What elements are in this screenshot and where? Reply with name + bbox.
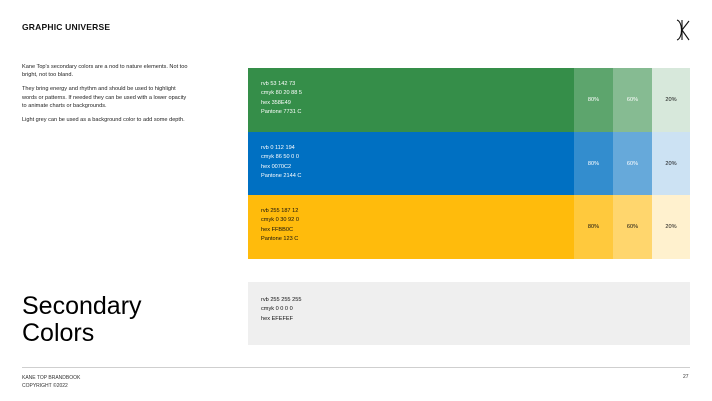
- swatch-row-blue: rvb 0 112 194 cmyk 86 50 0 0 hex 0070C2 …: [248, 132, 690, 195]
- intro-text: Kane Top's secondary colors are a nod to…: [22, 63, 192, 130]
- swatch-row-green: rvb 53 142 73 cmyk 80 20 88 5 hex 358E49…: [248, 68, 690, 132]
- tint-20: 20%: [652, 68, 690, 132]
- tint-60: 60%: [613, 195, 652, 259]
- page-title-line-2: Colors: [22, 319, 95, 347]
- swatch-rvb: rvb 255 255 255: [261, 297, 302, 303]
- swatch-hex: hex 0070C2: [261, 163, 292, 170]
- intro-paragraph-2: They bring energy and rhythm and should …: [22, 86, 187, 109]
- swatch-cmyk: cmyk 0 30 92 0: [261, 217, 299, 224]
- swatch-green-main: rvb 53 142 73 cmyk 80 20 88 5 hex 358E49…: [248, 68, 574, 132]
- footer-divider: [22, 367, 690, 368]
- kane-top-k-monogram-icon: [672, 18, 692, 42]
- swatch-row-grey: rvb 255 255 255 cmyk 0 0 0 0 hex EFEFEF: [248, 282, 690, 345]
- swatch-hex: hex FFBB0C: [261, 226, 294, 233]
- swatch-grey-main: rvb 255 255 255 cmyk 0 0 0 0 hex EFEFEF: [248, 282, 690, 345]
- swatch-rvb: rvb 255 187 12: [261, 208, 299, 214]
- intro-paragraph-1: Kane Top's secondary colors are a nod to…: [22, 64, 188, 79]
- footer: KANE TOP BRANDBOOK COPYRIGHT ©2022: [22, 374, 80, 390]
- tint-80: 80%: [574, 195, 613, 259]
- page-number: 27: [683, 374, 689, 380]
- page-title-line-1: Secondary: [22, 292, 142, 320]
- tint-60: 60%: [613, 68, 652, 132]
- swatch-hex: hex 358E49: [261, 99, 291, 106]
- tint-20: 20%: [652, 195, 690, 259]
- tint-60: 60%: [613, 132, 652, 195]
- swatch-pantone: Pantone 2144 C: [261, 172, 302, 179]
- swatch-yellow-main: rvb 255 187 12 cmyk 0 30 92 0 hex FFBB0C…: [248, 195, 574, 259]
- swatch-cmyk: cmyk 80 20 88 5: [261, 90, 303, 97]
- swatch-rvb: rvb 0 112 194: [261, 145, 295, 151]
- intro-paragraph-3: Light grey can be used as a background c…: [22, 117, 185, 124]
- footer-copyright: COPYRIGHT ©2022: [22, 383, 68, 389]
- swatch-pantone: Pantone 7731 C: [261, 108, 302, 115]
- swatch-pantone: Pantone 123 C: [261, 235, 299, 242]
- footer-brand: KANE TOP BRANDBOOK: [22, 375, 81, 381]
- swatch-blue-main: rvb 0 112 194 cmyk 86 50 0 0 hex 0070C2 …: [248, 132, 574, 195]
- tint-80: 80%: [574, 132, 613, 195]
- swatch-rvb: rvb 53 142 73: [261, 81, 296, 87]
- section-title: GRAPHIC UNIVERSE: [22, 22, 111, 32]
- swatch-row-yellow: rvb 255 187 12 cmyk 0 30 92 0 hex FFBB0C…: [248, 195, 690, 259]
- page-title: Secondary Colors: [22, 293, 142, 347]
- swatch-cmyk: cmyk 0 0 0 0: [261, 306, 293, 313]
- tint-20: 20%: [652, 132, 690, 195]
- swatch-cmyk: cmyk 86 50 0 0: [261, 154, 299, 161]
- swatch-hex: hex EFEFEF: [261, 315, 294, 322]
- tint-80: 80%: [574, 68, 613, 132]
